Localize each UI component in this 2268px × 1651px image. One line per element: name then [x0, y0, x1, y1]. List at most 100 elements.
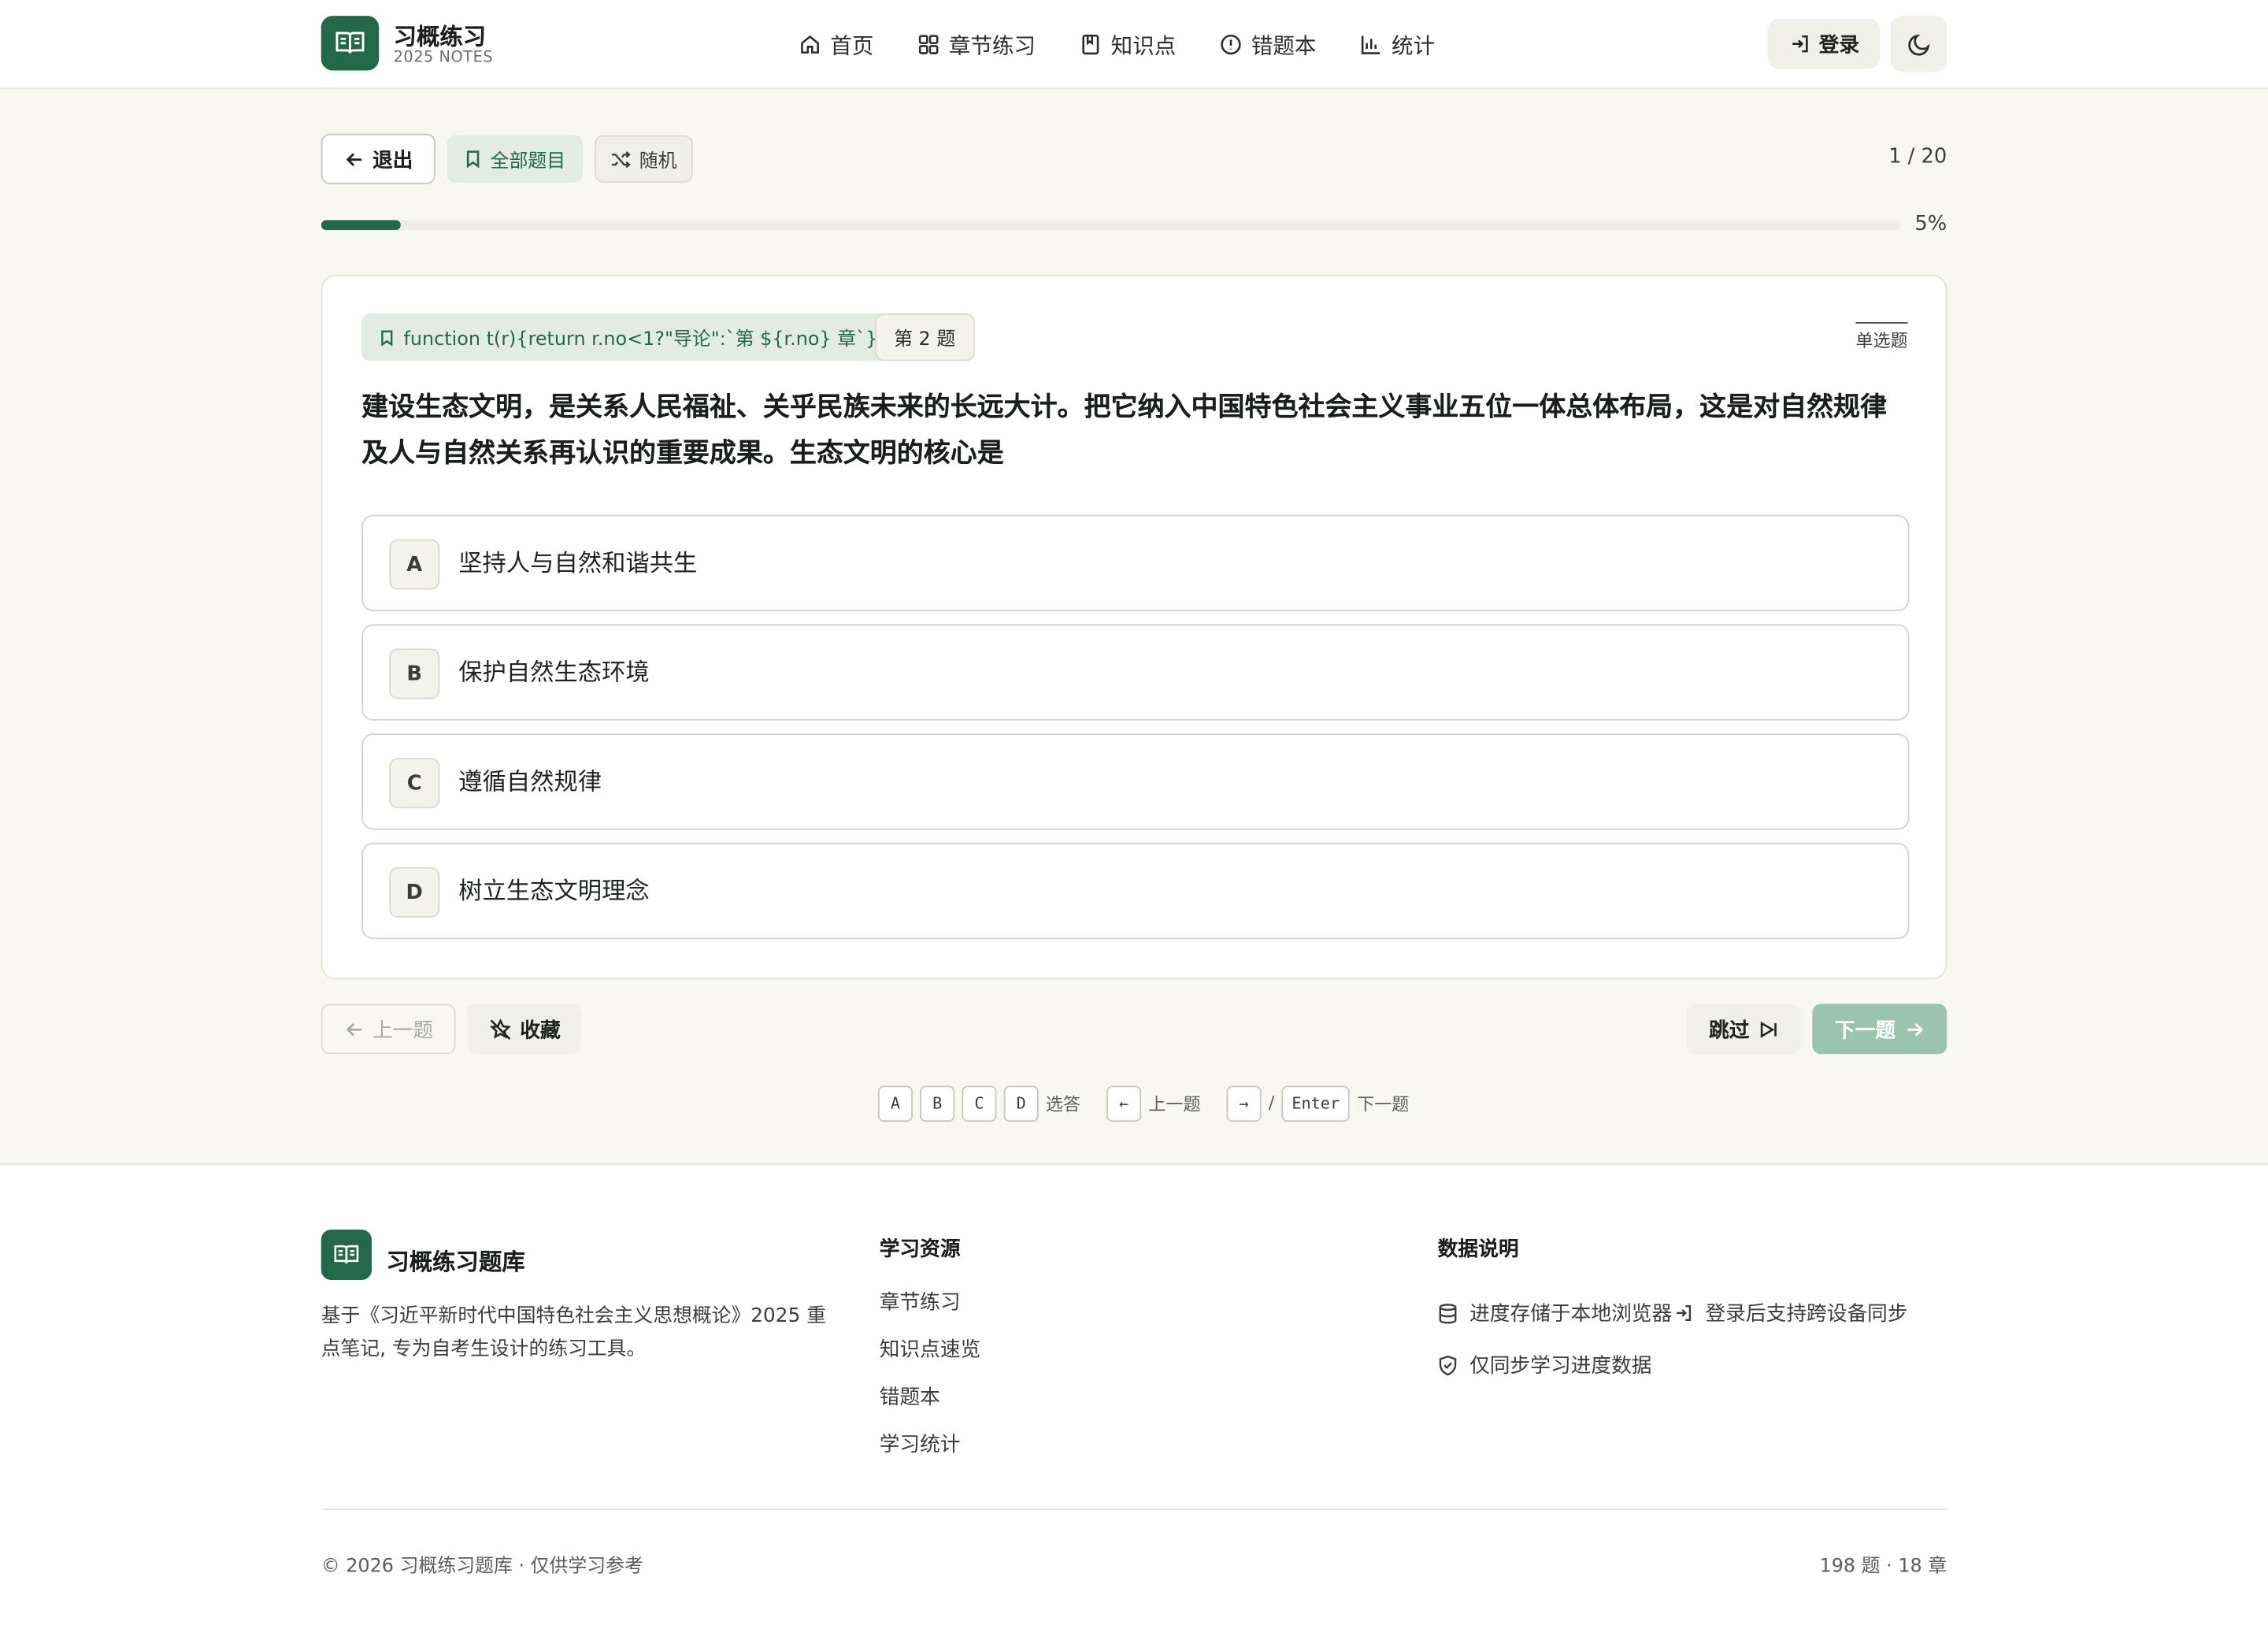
bookmark-book-icon: [1082, 35, 1099, 55]
prev-question-button[interactable]: 上一题: [321, 1004, 456, 1055]
prev-hint: 上一题: [1148, 1093, 1201, 1115]
theme-toggle-button[interactable]: [1890, 16, 1947, 72]
keyboard-shortcuts-hint: A B C D 选答 ← 上一题 → / Enter 下一题: [877, 1085, 1410, 1122]
shield-check-icon: [1439, 1354, 1457, 1375]
kbd-right: →: [1226, 1085, 1262, 1122]
footer-divider: [321, 1508, 1947, 1511]
arrow-right-icon: [1907, 1022, 1923, 1036]
login-icon: [1792, 35, 1807, 53]
logo-book-icon[interactable]: [321, 16, 380, 71]
option-text: 保护自然生态环境: [458, 659, 650, 686]
exit-button[interactable]: 退出: [321, 133, 435, 184]
next-hint: 下一题: [1357, 1093, 1410, 1115]
footer-link-stats[interactable]: 学习统计: [880, 1430, 961, 1459]
nav-chapters[interactable]: 章节练习: [917, 28, 1036, 62]
option-d[interactable]: D 树立生态文明理念: [361, 842, 1910, 940]
data-note-sync-scope: 仅同步学习进度数据: [1438, 1350, 1652, 1379]
top-header: 习概练习 2025 NOTES 首页 章节练习 知识点 错题本 统计 登录: [0, 0, 2268, 90]
exit-label: 退出: [372, 148, 413, 173]
bookmark-icon: [381, 329, 393, 346]
question-number-tag: 第 2 题: [875, 314, 975, 362]
option-text: 坚持人与自然和谐共生: [458, 549, 698, 577]
kbd-a: A: [877, 1085, 913, 1122]
shortcut-separator: /: [1268, 1093, 1275, 1114]
footer-description: 基于《习近平新时代中国特色社会主义思想概论》2025 重点笔记, 专为自考生设计…: [321, 1304, 827, 1361]
database-icon: [1439, 1303, 1457, 1323]
data-note-storage: 进度存储于本地浏览器 登录后支持跨设备同步: [1438, 1299, 1908, 1328]
login-icon: [1677, 1304, 1692, 1321]
option-text: 树立生态文明理念: [458, 877, 650, 905]
kbd-enter: Enter: [1281, 1085, 1351, 1122]
footer-link-mistakes[interactable]: 错题本: [880, 1382, 940, 1412]
option-key: C: [389, 758, 440, 809]
skip-label: 跳过: [1709, 1018, 1750, 1042]
nav-stats[interactable]: 统计: [1360, 28, 1436, 62]
moon-icon: [1907, 33, 1929, 55]
favorite-label: 收藏: [520, 1018, 561, 1042]
option-key: A: [389, 539, 440, 590]
kbd-d: D: [1003, 1085, 1039, 1122]
option-text: 遵循自然规律: [458, 767, 602, 796]
data-note-sync-scope-text: 仅同步学习进度数据: [1469, 1354, 1652, 1378]
kbd-b: B: [920, 1085, 955, 1122]
footer-logo-book-icon: [321, 1230, 372, 1280]
next-question-label: 下一题: [1834, 1018, 1896, 1042]
login-button[interactable]: 登录: [1767, 18, 1881, 69]
skip-forward-icon: [1759, 1020, 1776, 1037]
question-stem: 建设生态文明，是关系人民福祉、关乎民族未来的长远大计。把它纳入中国特色社会主义事…: [361, 392, 1888, 469]
prev-question-label: 上一题: [372, 1018, 434, 1042]
option-key: B: [389, 648, 440, 699]
bookmark-icon: [466, 150, 480, 169]
footer-link-knowledge[interactable]: 知识点速览: [880, 1334, 981, 1363]
grid-icon: [918, 35, 939, 54]
progress-fill: [321, 220, 401, 231]
data-note-sync-text: 登录后支持跨设备同步: [1705, 1303, 1908, 1326]
arrow-left-icon: [345, 152, 361, 166]
bookmark-off-icon: [489, 1018, 511, 1040]
nav-knowledge-label: 知识点: [1110, 32, 1177, 58]
nav-chapters-label: 章节练习: [948, 32, 1036, 58]
main-nav: 首页 章节练习 知识点 错题本 统计: [799, 28, 1478, 62]
choose-hint: 选答: [1045, 1093, 1081, 1115]
option-key: D: [389, 866, 440, 918]
kbd-left: ←: [1106, 1085, 1142, 1122]
app-title[interactable]: 习概练习: [394, 17, 487, 52]
footer-brand: 习概练习题库: [386, 1248, 525, 1276]
next-question-button[interactable]: 下一题: [1812, 1004, 1947, 1055]
option-b[interactable]: B 保护自然生态环境: [361, 624, 1910, 721]
question-counter: 1 / 20: [1888, 145, 1947, 169]
progress-bar: [321, 220, 1901, 231]
footer-stats: 198 题 · 18 章: [1819, 1556, 1947, 1578]
all-questions-label: 全部题目: [490, 150, 566, 173]
chapter-tag: function t(r){return r.no<1?"导论":`第 ${r.…: [361, 314, 895, 362]
nav-mistakes[interactable]: 错题本: [1219, 28, 1317, 62]
random-label: 随机: [639, 150, 677, 173]
data-note-storage-text: 进度存储于本地浏览器: [1469, 1303, 1673, 1326]
alert-circle-icon: [1221, 35, 1241, 55]
bar-chart-icon: [1362, 35, 1380, 54]
footer-link-chapters[interactable]: 章节练习: [880, 1287, 961, 1316]
question-type: 单选题: [1855, 321, 1908, 352]
options-list: A 坚持人与自然和谐共生 B 保护自然生态环境 C 遵循自然规律 D 树立生态文…: [361, 514, 1910, 952]
shuffle-icon: [611, 150, 631, 168]
nav-home[interactable]: 首页: [799, 28, 874, 62]
arrow-left-icon: [345, 1022, 361, 1036]
copyright: © 2026 习概练习题库 · 仅供学习参考: [321, 1556, 643, 1578]
favorite-button[interactable]: 收藏: [467, 1004, 582, 1055]
home-icon: [801, 35, 819, 54]
chapter-tag-label: function t(r){return r.no<1?"导论":`第 ${r.…: [403, 329, 878, 351]
nav-stats-label: 统计: [1392, 32, 1436, 58]
data-heading: 数据说明: [1437, 1238, 1519, 1262]
nav-mistakes-label: 错题本: [1251, 32, 1317, 58]
login-label: 登录: [1818, 33, 1860, 58]
all-questions-button[interactable]: 全部题目: [447, 135, 584, 183]
nav-knowledge[interactable]: 知识点: [1079, 28, 1176, 62]
resources-heading: 学习资源: [879, 1238, 961, 1262]
option-c[interactable]: C 遵循自然规律: [361, 733, 1910, 830]
question-card: function t(r){return r.no<1?"导论":`第 ${r.…: [321, 274, 1947, 980]
kbd-c: C: [962, 1085, 997, 1122]
random-button[interactable]: 随机: [594, 135, 693, 183]
skip-button[interactable]: 跳过: [1686, 1004, 1801, 1055]
option-a[interactable]: A 坚持人与自然和谐共生: [361, 514, 1910, 611]
nav-home-label: 首页: [830, 32, 874, 58]
